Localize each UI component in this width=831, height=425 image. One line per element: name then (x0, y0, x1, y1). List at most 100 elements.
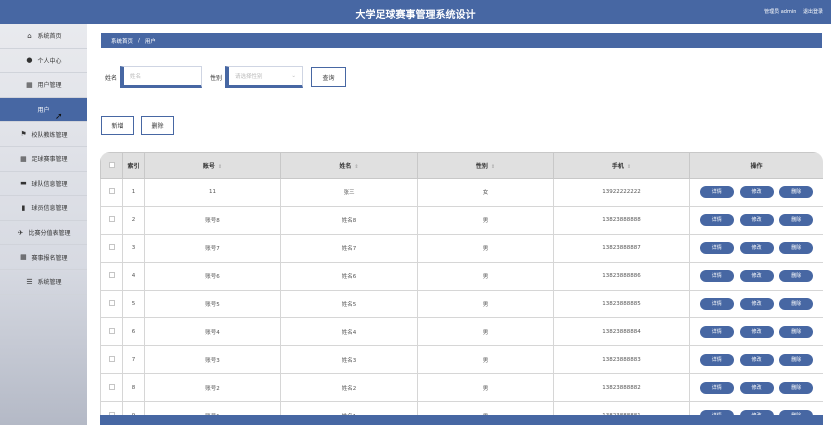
sidebar-item-label: 球队信息管理 (31, 180, 68, 188)
cell-phone: 13823888884 (553, 317, 690, 347)
mouse-cursor-icon: ➚ (55, 112, 63, 122)
sort-icon[interactable]: ⇕ (491, 164, 495, 170)
batch-delete-button[interactable]: 删除 (141, 116, 174, 135)
sidebar-item-home[interactable]: ⌂ 系统首页 (0, 24, 87, 49)
sidebar-item-label: 比赛分值表管理 (28, 230, 71, 238)
user-table: 索引 账号 ⇕ 姓名 ⇕ 性别 ⇕ 手机 ⇕ 操作 1 11 张三 女 13922222… (100, 152, 823, 425)
edit-button[interactable]: 修改 (739, 186, 774, 199)
sort-icon[interactable]: ⇕ (354, 164, 358, 170)
detail-button[interactable]: 详情 (699, 214, 734, 227)
sidebar-item-coach-management[interactable]: ⚑ 校队教练管理 (0, 122, 87, 147)
delete-button[interactable]: 删除 (779, 353, 814, 366)
sidebar-item-label: 校队教练管理 (31, 131, 68, 139)
table-row: 2 账号8 姓名8 男 13823888888 详情 修改 删除 (100, 205, 823, 235)
detail-button[interactable]: 详情 (699, 409, 734, 422)
sidebar-item-user-management[interactable]: ▦ 用户管理 (0, 73, 87, 98)
row-checkbox[interactable] (100, 205, 123, 235)
name-input[interactable]: 姓名 (120, 66, 203, 88)
add-button[interactable]: 新增 (101, 116, 134, 135)
cell-index: 7 (122, 345, 145, 375)
sidebar-item-users[interactable]: 用户 (0, 97, 87, 123)
cell-index: 8 (122, 373, 145, 403)
row-checkbox[interactable] (100, 289, 123, 319)
row-checkbox[interactable] (100, 345, 123, 375)
edit-button[interactable]: 修改 (739, 325, 774, 338)
detail-button[interactable]: 详情 (699, 242, 734, 255)
cell-sex: 男 (417, 317, 554, 347)
detail-button[interactable]: 详情 (699, 325, 734, 338)
user-box: 管理员 admin 退出登录 (759, 8, 823, 15)
cell-name: 姓名6 (280, 261, 418, 291)
sidebar-item-player-management[interactable]: ▮ 球员信息管理 (0, 196, 87, 221)
edit-button[interactable]: 修改 (739, 270, 774, 283)
sort-icon[interactable]: ⇕ (627, 164, 631, 170)
table-row: 9 账号1 姓名1 男 13823888881 详情 修改 删除 (100, 401, 823, 425)
sidebar-item-registration-management[interactable]: ▦ 赛事报名管理 (0, 245, 87, 270)
sliders-icon: ☰ (26, 277, 33, 286)
cell-account: 账号5 (144, 289, 281, 319)
select-all-checkbox[interactable] (100, 152, 123, 179)
sidebar-item-team-management[interactable]: ▬ 球队信息管理 (0, 172, 87, 197)
cell-account: 账号7 (144, 233, 281, 263)
name-label: 姓名 (105, 74, 118, 82)
row-checkbox[interactable] (100, 178, 123, 207)
edit-button[interactable]: 修改 (739, 214, 774, 227)
row-checkbox[interactable] (100, 317, 123, 347)
delete-button[interactable]: 删除 (779, 381, 814, 394)
cell-phone: 13823888887 (553, 233, 690, 263)
sex-select[interactable]: 请选择性别 ⌄ (225, 66, 304, 88)
cell-sex: 女 (417, 178, 554, 207)
user-label: 管理员 admin (764, 9, 797, 15)
sidebar-item-system-management[interactable]: ☰ 系统管理 (0, 270, 87, 295)
cell-index: 1 (122, 178, 145, 207)
table-row: 8 账号2 姓名2 男 13823888882 详情 修改 删除 (100, 373, 823, 403)
sort-icon[interactable]: ⇕ (218, 164, 222, 170)
sidebar-item-label: 足球赛事管理 (31, 156, 68, 164)
cell-account: 账号6 (144, 261, 281, 291)
detail-button[interactable]: 详情 (699, 270, 734, 283)
delete-button[interactable]: 删除 (779, 214, 814, 227)
sidebar-item-profile[interactable]: ● 个人中心 (0, 49, 87, 74)
column-header-sex[interactable]: 性别 ⇕ (417, 152, 554, 179)
edit-button[interactable]: 修改 (739, 242, 774, 255)
cell-phone: 13922222222 (553, 178, 690, 207)
row-checkbox[interactable] (100, 401, 123, 425)
search-button[interactable]: 查询 (311, 67, 347, 87)
cell-actions: 详情 修改 删除 (689, 401, 823, 425)
delete-button[interactable]: 删除 (779, 186, 814, 199)
detail-button[interactable]: 详情 (699, 186, 734, 199)
delete-button[interactable]: 删除 (779, 270, 814, 283)
sex-placeholder: 请选择性别 (235, 74, 263, 80)
cell-phone: 13823888883 (553, 345, 690, 375)
user-icon: ● (26, 56, 33, 65)
edit-button[interactable]: 修改 (739, 381, 774, 394)
column-header-name[interactable]: 姓名 ⇕ (280, 152, 418, 179)
detail-button[interactable]: 详情 (699, 381, 734, 394)
delete-button[interactable]: 删除 (779, 242, 814, 255)
delete-button[interactable]: 删除 (779, 409, 814, 422)
row-checkbox[interactable] (100, 261, 123, 291)
briefcase-icon: ▬ (20, 179, 27, 188)
cell-sex: 男 (417, 261, 554, 291)
column-header-phone[interactable]: 手机 ⇕ (553, 152, 690, 179)
edit-button[interactable]: 修改 (739, 353, 774, 366)
delete-button[interactable]: 删除 (779, 325, 814, 338)
row-checkbox[interactable] (100, 233, 123, 263)
column-header-account[interactable]: 账号 ⇕ (144, 152, 281, 179)
detail-button[interactable]: 详情 (699, 298, 734, 310)
detail-button[interactable]: 详情 (699, 353, 734, 366)
sidebar-item-label: 用户 (37, 107, 50, 115)
delete-button[interactable]: 删除 (779, 298, 814, 310)
cell-sex: 男 (417, 289, 554, 319)
cell-account: 账号2 (144, 373, 281, 403)
row-checkbox[interactable] (100, 373, 123, 403)
sidebar-item-score-management[interactable]: ✈ 比赛分值表管理 (0, 221, 87, 246)
home-icon: ⌂ (27, 31, 32, 40)
logout-link[interactable]: 退出登录 (803, 9, 823, 15)
edit-button[interactable]: 修改 (739, 298, 774, 310)
breadcrumb-home[interactable]: 系统首页 (111, 37, 133, 45)
edit-button[interactable]: 修改 (739, 409, 774, 422)
sidebar-item-match-management[interactable]: ▦ 足球赛事管理 (0, 147, 87, 172)
sex-label: 性别 (210, 74, 223, 82)
sidebar-item-label: 球员信息管理 (31, 205, 68, 213)
